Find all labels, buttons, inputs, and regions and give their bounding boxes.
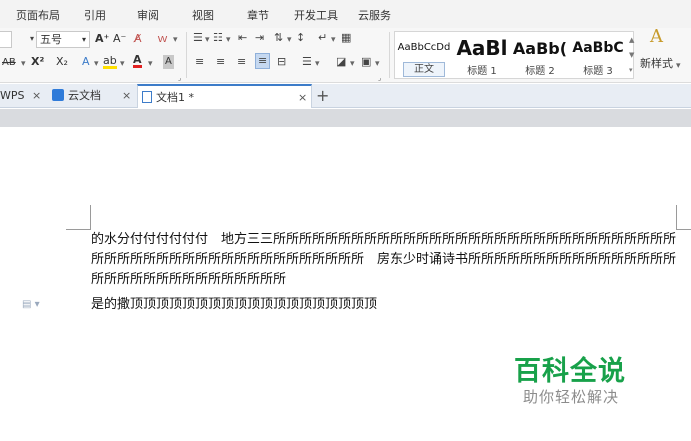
document-tab-bar: WPS × 云文档 × 文档1 * × + <box>0 84 691 108</box>
increase-indent-icon[interactable]: ⇥ <box>255 31 264 45</box>
workspace-background <box>0 109 691 127</box>
style-heading-2[interactable]: AaBb( 标题 2 <box>511 32 569 78</box>
font-color-button[interactable]: A <box>133 54 142 68</box>
tab-document-1[interactable]: 文档1 * × <box>137 84 312 108</box>
tab-cloud-docs[interactable]: 云文档 × <box>52 84 136 108</box>
document-paragraph[interactable]: 的水分付付付付付付 地方三三所所所所所所所所所所所所所所所所所所所所所所所所所所… <box>91 230 683 290</box>
close-icon[interactable]: × <box>122 84 131 108</box>
superscript-button[interactable]: X² <box>31 55 44 69</box>
tab-wps[interactable]: WPS × <box>0 84 48 108</box>
style-preview: AaBl <box>456 36 508 60</box>
clear-format-button[interactable]: A̸ <box>134 32 142 46</box>
highlight-button[interactable]: ab <box>103 55 117 69</box>
menu-bar: 页面布局 引用 审阅 视图 章节 开发工具 云服务 <box>0 0 691 28</box>
paragraph-dialog-launcher-icon[interactable]: ⌟ <box>378 71 381 85</box>
menu-tab-developer[interactable]: 开发工具 <box>294 7 338 23</box>
line-spacing-dropdown-icon[interactable]: ▾ <box>315 57 320 71</box>
new-style-button[interactable]: 新样式 <box>640 57 673 71</box>
strikethrough-dropdown-icon[interactable]: ▾ <box>21 57 26 71</box>
text-direction-dropdown-icon[interactable]: ▾ <box>287 33 292 47</box>
ribbon-separator <box>389 32 390 78</box>
highlight-dropdown-icon[interactable]: ▾ <box>120 57 125 71</box>
menu-tab-review[interactable]: 审阅 <box>137 7 159 23</box>
paragraph-marker-icon[interactable]: ▤ ▾ <box>22 299 40 310</box>
watermark-subtitle: 助你轻松解决 <box>523 388 620 406</box>
menu-tab-references[interactable]: 引用 <box>84 7 106 23</box>
style-preview: AaBbC <box>572 40 624 56</box>
decrease-indent-icon[interactable]: ⇤ <box>238 31 247 45</box>
tab-label: 云文档 <box>68 89 101 102</box>
font-grow-button[interactable]: A⁺ <box>95 32 109 46</box>
gallery-down-icon[interactable]: ▼ <box>629 51 634 59</box>
bullet-list-icon[interactable]: ☰ <box>193 31 203 45</box>
gallery-up-icon[interactable]: ▲ <box>629 36 634 44</box>
numbered-list-icon[interactable]: ☷ <box>213 31 223 45</box>
subscript-button[interactable]: X₂ <box>56 55 68 69</box>
style-preview: AaBb( <box>512 39 568 58</box>
style-name: 正文 <box>403 62 445 77</box>
phonetic-guide-button[interactable]: ｗ <box>157 32 168 46</box>
numbered-list-dropdown-icon[interactable]: ▾ <box>226 33 231 47</box>
close-icon[interactable]: × <box>298 86 307 110</box>
cloud-docs-icon <box>52 89 64 101</box>
justify-icon[interactable]: ≡ <box>255 53 271 69</box>
style-name: 标题 1 <box>467 66 497 77</box>
borders-dropdown-icon[interactable]: ▾ <box>375 57 380 71</box>
tab-label: WPS <box>0 89 25 102</box>
ribbon-toolbar: ▾ 五号 ▾ A⁺ A⁻ A̸ ｗ ▾ AB ▾ X² X₂ A ▾ ab ▾ … <box>0 28 691 83</box>
font-size-combo[interactable]: 五号 ▾ <box>36 31 90 48</box>
crop-mark <box>676 205 677 229</box>
text-direction-icon[interactable]: ⇅ <box>274 31 283 45</box>
style-heading-3[interactable]: AaBbC 标题 3 <box>569 32 627 78</box>
style-name: 标题 2 <box>525 66 555 77</box>
style-name: 标题 3 <box>583 66 613 77</box>
style-heading-1[interactable]: AaBl 标题 1 <box>453 32 511 78</box>
table-border-icon[interactable]: ▦ <box>341 31 351 45</box>
align-center-icon[interactable]: ≡ <box>216 55 225 69</box>
crop-mark <box>66 229 91 230</box>
ribbon-separator <box>186 32 187 78</box>
char-shading-button[interactable]: A <box>163 55 174 69</box>
menu-tab-page-layout[interactable]: 页面布局 <box>16 7 60 23</box>
show-marks-icon[interactable]: ↵ <box>318 31 327 45</box>
strikethrough-button[interactable]: AB <box>2 56 16 70</box>
new-tab-button[interactable]: + <box>316 86 329 106</box>
align-left-icon[interactable]: ≡ <box>195 55 204 69</box>
style-preview: AaBbCcDd <box>397 42 451 53</box>
paragraph-shading-dropdown-icon[interactable]: ▾ <box>350 57 355 71</box>
show-marks-dropdown-icon[interactable]: ▾ <box>331 33 336 47</box>
tab-label: 文档1 * <box>156 91 194 104</box>
new-style-icon[interactable]: A <box>650 28 663 46</box>
style-normal[interactable]: AaBbCcDd 正文 <box>395 32 453 78</box>
document-icon <box>142 91 152 103</box>
font-name-dropdown-icon[interactable]: ▾ <box>30 32 34 46</box>
text-effect-button[interactable]: A <box>82 55 90 69</box>
menu-tab-view[interactable]: 视图 <box>192 7 214 23</box>
align-right-icon[interactable]: ≡ <box>237 55 246 69</box>
distributed-align-icon[interactable]: ⊟ <box>277 55 286 69</box>
close-icon[interactable]: × <box>32 84 41 108</box>
font-name-combo[interactable] <box>0 31 12 48</box>
font-color-dropdown-icon[interactable]: ▾ <box>148 57 153 71</box>
font-shrink-button[interactable]: A⁻ <box>113 32 126 46</box>
font-size-dropdown-icon: ▾ <box>81 35 86 44</box>
font-dialog-launcher-icon[interactable]: ⌟ <box>178 71 181 85</box>
phonetic-dropdown-icon[interactable]: ▾ <box>173 33 178 47</box>
sort-icon[interactable]: ↕ <box>296 31 305 45</box>
paragraph-shading-icon[interactable]: ◪ <box>336 55 346 69</box>
styles-gallery-scroller[interactable]: ▲ ▼ ▾ <box>629 32 635 78</box>
line-spacing-icon[interactable]: ☰ <box>302 55 312 69</box>
menu-tab-chapter[interactable]: 章节 <box>247 7 269 23</box>
new-style-dropdown-icon[interactable]: ▾ <box>676 59 681 73</box>
borders-icon[interactable]: ▣ <box>361 55 371 69</box>
text-effect-dropdown-icon[interactable]: ▾ <box>94 57 99 71</box>
menu-tab-cloud-service[interactable]: 云服务 <box>358 7 391 23</box>
crop-mark <box>90 205 91 229</box>
watermark-title: 百科全说 <box>514 356 626 387</box>
gallery-more-icon[interactable]: ▾ <box>629 66 633 74</box>
bullet-list-dropdown-icon[interactable]: ▾ <box>205 33 210 47</box>
font-size-value: 五号 <box>40 33 62 46</box>
document-paragraph[interactable]: 是的撒顶顶顶顶顶顶顶顶顶顶顶顶顶顶顶顶顶顶顶 <box>91 295 681 315</box>
styles-gallery: AaBbCcDd 正文 AaBl 标题 1 AaBb( 标题 2 AaBbC 标… <box>394 31 634 79</box>
